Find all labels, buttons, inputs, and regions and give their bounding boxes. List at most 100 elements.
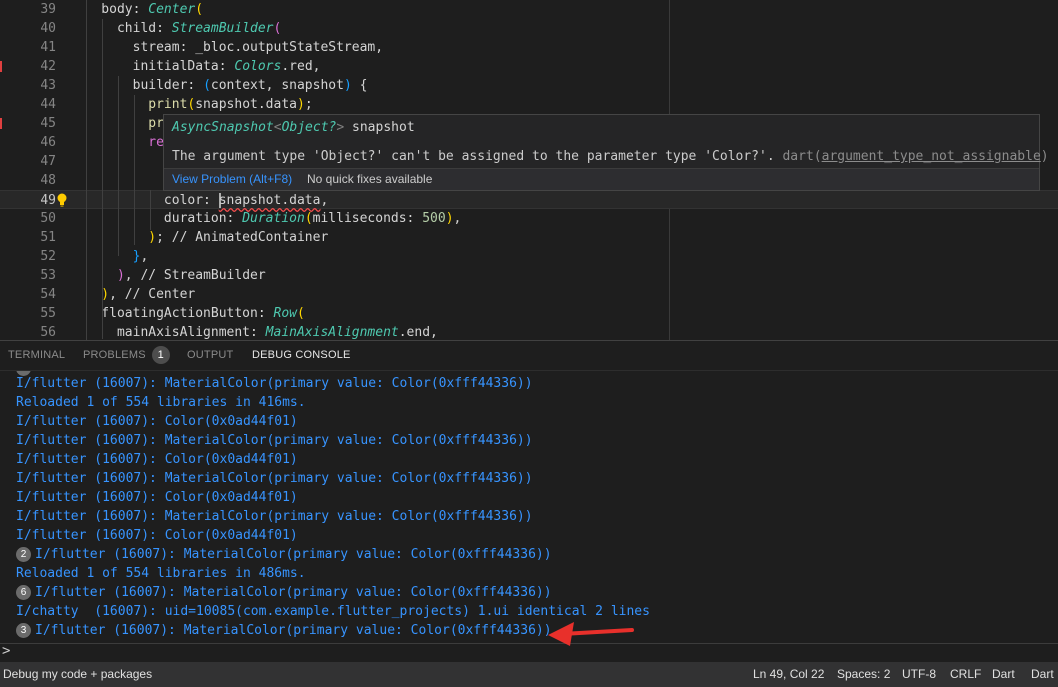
code-token: pr — [70, 116, 164, 131]
debug-console-output[interactable]: I/flutter (16007): MaterialColor(primary… — [0, 370, 1058, 662]
status-cursor-position[interactable]: Ln 49, Col 22 — [753, 662, 824, 686]
code-token: Row — [273, 306, 297, 321]
no-quick-fixes-label: No quick fixes available — [307, 172, 433, 186]
code-token: context, snapshot — [210, 78, 344, 93]
hover-code-close: ) — [1040, 149, 1049, 164]
console-line-text: Reloaded 1 of 554 libraries in 416ms. — [16, 395, 306, 410]
code-line[interactable]: 49 color: snapshot.data, — [0, 190, 1058, 209]
console-line: I/flutter (16007): MaterialColor(primary… — [16, 374, 533, 393]
code-token: floatingActionButton: — [70, 306, 274, 321]
repeat-count-badge: 6 — [16, 585, 31, 600]
status-encoding[interactable]: UTF-8 — [902, 662, 936, 686]
console-line: I/flutter (16007): MaterialColor(primary… — [16, 507, 533, 526]
code-token: ; // AnimatedContainer — [156, 230, 329, 245]
tab-debug-console[interactable]: DEBUG CONSOLE — [252, 341, 351, 371]
code-token: Duration — [242, 211, 305, 226]
code-text: duration: Duration(milliseconds: 500), — [70, 209, 461, 228]
line-number: 47 — [40, 154, 56, 169]
code-line[interactable]: 50 duration: Duration(milliseconds: 500)… — [0, 209, 1058, 228]
code-token: .end, — [398, 325, 438, 340]
console-line: I/flutter (16007): Color(0x0ad44f01) — [16, 450, 298, 469]
console-line: I/flutter (16007): Color(0x0ad44f01) — [16, 488, 298, 507]
code-line[interactable]: 54 ), // Center — [0, 285, 1058, 304]
status-dart-sdk[interactable]: Dart — [1031, 662, 1054, 686]
code-text: color: snapshot.data, — [70, 191, 328, 210]
hover-error-message: The argument type 'Object?' can't be ass… — [172, 148, 1049, 166]
code-text: print(snapshot.data); — [70, 95, 312, 114]
code-text: ), // StreamBuilder — [70, 266, 266, 285]
code-token: , — [453, 211, 462, 226]
hover-status-bar: View Problem (Alt+F8) No quick fixes ava… — [164, 168, 1039, 190]
code-token: , // StreamBuilder — [124, 268, 266, 283]
line-number: 45 — [40, 116, 56, 131]
code-token: ( — [195, 2, 204, 17]
console-line-text: I/flutter (16007): Color(0x0ad44f01) — [16, 528, 298, 543]
hover-error-code-link[interactable]: argument_type_not_assignable — [822, 149, 1041, 164]
console-line: 3 I/flutter (16007): MaterialColor(primar… — [16, 621, 552, 640]
line-number: 46 — [40, 135, 56, 150]
code-line[interactable]: 52 }, — [0, 247, 1058, 266]
code-token: mainAxisAlignment: — [70, 325, 266, 340]
code-token: ( — [304, 211, 313, 226]
code-line[interactable]: 41 stream: _bloc.outputStateStream, — [0, 38, 1058, 57]
line-number: 44 — [40, 97, 56, 112]
code-token: duration: — [70, 211, 243, 226]
tab-output[interactable]: OUTPUT — [187, 341, 233, 371]
code-text: body: Center( — [70, 0, 203, 19]
code-token: ) — [296, 97, 305, 112]
code-line[interactable]: 56 mainAxisAlignment: MainAxisAlignment.… — [0, 323, 1058, 340]
status-debug-mode[interactable]: Debug my code + packages — [3, 662, 152, 686]
code-text: }, — [70, 247, 149, 266]
code-text: floatingActionButton: Row( — [70, 304, 305, 323]
line-number: 50 — [40, 211, 56, 226]
code-token: initialData: — [70, 59, 235, 74]
hover-type-open: < — [273, 120, 282, 135]
code-token: 500 — [422, 211, 446, 226]
code-token: .red, — [281, 59, 321, 74]
status-language-mode[interactable]: Dart — [992, 662, 1015, 686]
error-gutter-marker — [0, 61, 2, 72]
code-token: ( — [296, 306, 305, 321]
code-token: color: — [70, 193, 219, 208]
code-text: pr — [70, 114, 164, 133]
code-line[interactable]: 53 ), // StreamBuilder — [0, 266, 1058, 285]
code-token: Center — [148, 2, 196, 17]
hover-signature: AsyncSnapshot<Object?> snapshot — [172, 119, 415, 137]
code-text: stream: _bloc.outputStateStream, — [70, 38, 383, 57]
code-editor[interactable]: 39 body: Center(40 child: StreamBuilder(… — [0, 0, 1058, 340]
code-text: ), // Center — [70, 285, 195, 304]
console-line: I/flutter (16007): Color(0x0ad44f01) — [16, 526, 298, 545]
console-line: Reloaded 1 of 554 libraries in 486ms. — [16, 564, 306, 583]
line-number: 55 — [40, 306, 56, 321]
code-token: ) — [70, 268, 125, 283]
tab-problems[interactable]: PROBLEMS 1 — [83, 341, 170, 371]
console-line-text: I/flutter (16007): Color(0x0ad44f01) — [16, 452, 298, 467]
line-number: 42 — [40, 59, 56, 74]
code-line[interactable]: 44 print(snapshot.data); — [0, 95, 1058, 114]
code-text: initialData: Colors.red, — [70, 57, 321, 76]
code-line[interactable]: 39 body: Center( — [0, 0, 1058, 19]
code-line[interactable]: 43 builder: (context, snapshot) { — [0, 76, 1058, 95]
code-line[interactable]: 55 floatingActionButton: Row( — [0, 304, 1058, 323]
line-number: 56 — [40, 325, 56, 340]
hover-tooltip: AsyncSnapshot<Object?> snapshot The argu… — [163, 114, 1049, 191]
view-problem-link[interactable]: View Problem (Alt+F8) — [172, 169, 292, 190]
console-line-text: Reloaded 1 of 554 libraries in 486ms. — [16, 566, 306, 581]
console-line: 2 I/flutter (16007): MaterialColor(primar… — [16, 545, 552, 564]
code-token: stream: _bloc.outputStateStream, — [70, 40, 384, 55]
status-bar: Debug my code + packages Ln 49, Col 22 S… — [0, 662, 1058, 687]
console-input-row[interactable]: > — [0, 643, 1058, 662]
code-line[interactable]: 40 child: StreamBuilder( — [0, 19, 1058, 38]
status-eol[interactable]: CRLF — [950, 662, 981, 686]
lightbulb-icon[interactable] — [56, 192, 68, 208]
tab-terminal[interactable]: TERMINAL — [8, 341, 65, 371]
line-number: 40 — [40, 21, 56, 36]
console-line-text: I/flutter (16007): MaterialColor(primary… — [35, 547, 552, 562]
status-indentation[interactable]: Spaces: 2 — [837, 662, 890, 686]
code-line[interactable]: 42 initialData: Colors.red, — [0, 57, 1058, 76]
console-line-text: I/flutter (16007): MaterialColor(primary… — [16, 471, 533, 486]
code-line[interactable]: 51 ); // AnimatedContainer — [0, 228, 1058, 247]
hover-type-arg: Object? — [281, 120, 337, 135]
code-token: Colors — [234, 59, 282, 74]
red-annotation-arrow-icon — [548, 622, 634, 646]
